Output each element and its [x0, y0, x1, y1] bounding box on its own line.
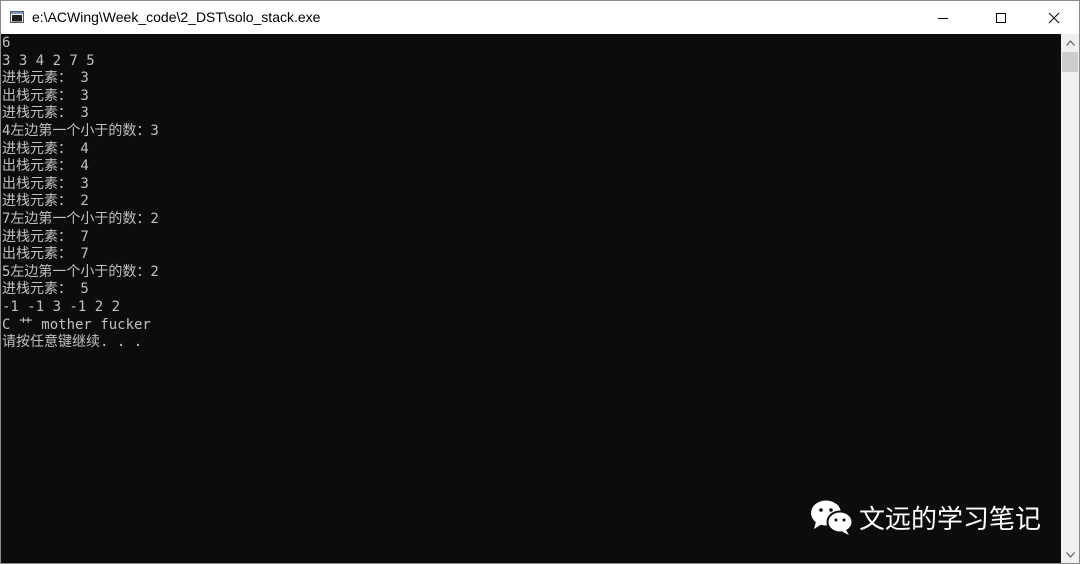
console-line: 请按任意键继续. . .	[2, 334, 143, 351]
minimize-icon	[938, 17, 948, 19]
scroll-up-button[interactable]	[1061, 34, 1079, 51]
vertical-scrollbar[interactable]	[1061, 34, 1079, 563]
console-line: 进栈元素： 5	[2, 281, 89, 298]
console-line: 7左边第一个小于的数：2	[2, 210, 159, 227]
scroll-down-button[interactable]	[1061, 546, 1079, 563]
wechat-icon	[811, 500, 854, 535]
console-line: 出栈元素： 3	[2, 87, 89, 104]
console-line: 进栈元素： 4	[2, 140, 89, 157]
console-line: 进栈元素： 7	[2, 228, 89, 245]
window-title: e:\ACWing\Week_code\2_DST\solo_stack.exe	[32, 9, 321, 25]
console-line: 进栈元素： 2	[2, 193, 89, 210]
console-line: 6	[2, 35, 11, 51]
console-line: 进栈元素： 3	[2, 105, 89, 122]
console-line: -1 -1 3 -1 2 2	[2, 298, 121, 315]
close-button[interactable]	[1031, 1, 1077, 34]
console-line: 5左边第一个小于的数：2	[2, 263, 159, 280]
watermark: 文远的学习笔记	[809, 495, 1041, 539]
arrow-up-icon	[1065, 39, 1075, 46]
console-output[interactable]: 6 3 3 4 2 7 5 进栈元素： 3 出栈元素： 3 进栈元素： 3 4左…	[1, 34, 1061, 563]
arrow-down-icon	[1065, 551, 1075, 558]
scroll-thumb[interactable]	[1062, 52, 1078, 72]
console-line: 出栈元素： 3	[2, 175, 89, 192]
minimize-button[interactable]	[920, 1, 966, 34]
console-line: 进栈元素： 3	[2, 70, 89, 87]
console-line: 出栈元素： 4	[2, 158, 89, 175]
maximize-button[interactable]	[978, 1, 1024, 34]
console-line: 4左边第一个小于的数：3	[2, 122, 159, 139]
console-window: e:\ACWing\Week_code\2_DST\solo_stack.exe…	[0, 0, 1080, 564]
title-bar[interactable]: e:\ACWing\Week_code\2_DST\solo_stack.exe	[1, 1, 1079, 34]
console-app-icon	[10, 11, 24, 23]
close-icon	[1048, 12, 1060, 23]
maximize-icon	[996, 12, 1006, 23]
watermark-text: 文远的学习笔记	[859, 504, 1042, 535]
console-line: 3 3 4 2 7 5	[2, 52, 95, 69]
console-line: C 艹 mother fucker	[2, 316, 151, 333]
console-line: 出栈元素： 7	[2, 246, 89, 263]
